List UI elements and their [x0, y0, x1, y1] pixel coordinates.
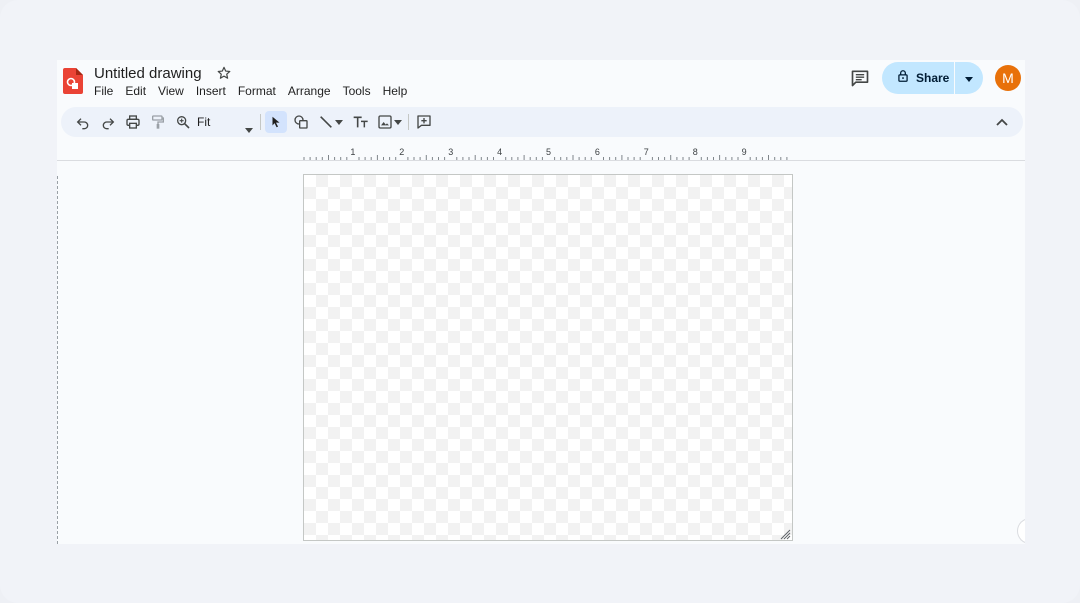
toolbar: Fit — [61, 107, 1023, 137]
ruler-ticks: 1 2 3 4 5 6 7 8 9 — [303, 147, 788, 160]
comment-history-icon[interactable] — [850, 68, 870, 88]
caret-down-icon — [245, 119, 253, 133]
drawing-canvas[interactable] — [303, 174, 793, 541]
collapse-icon[interactable] — [992, 112, 1012, 132]
star-icon[interactable] — [216, 65, 232, 81]
ruler-label: 2 — [399, 147, 404, 157]
image-icon[interactable] — [375, 112, 395, 132]
drawings-app: Untitled drawing File Edit View Insert F… — [57, 60, 1025, 544]
zoom-icon[interactable] — [173, 112, 193, 132]
redo-icon[interactable] — [98, 112, 118, 132]
line-icon[interactable] — [316, 112, 336, 132]
drawings-logo-icon[interactable] — [63, 68, 83, 94]
page-margin-guide — [57, 176, 58, 544]
paint-format-icon[interactable] — [148, 112, 168, 132]
undo-icon[interactable] — [73, 112, 93, 132]
menu-format[interactable]: Format — [232, 82, 282, 100]
zoom-select[interactable]: Fit — [197, 112, 253, 133]
share-button[interactable]: Share — [882, 62, 955, 94]
menu-file[interactable]: File — [88, 82, 119, 100]
menu-arrange[interactable]: Arrange — [282, 82, 337, 100]
zoom-value: Fit — [197, 115, 211, 129]
menu-help[interactable]: Help — [377, 82, 414, 100]
menu-insert[interactable]: Insert — [190, 82, 232, 100]
horizontal-ruler[interactable]: 1 2 3 4 5 6 7 8 9 — [57, 144, 1025, 161]
share-button-group: Share — [882, 62, 983, 94]
image-dropdown-caret-icon[interactable] — [393, 112, 403, 132]
share-options-dropdown[interactable] — [955, 62, 983, 94]
ruler-label: 8 — [693, 147, 698, 157]
menu-tools[interactable]: Tools — [337, 82, 377, 100]
print-icon[interactable] — [123, 112, 143, 132]
ruler-divider — [57, 160, 1025, 161]
ruler-label: 5 — [546, 147, 551, 157]
ruler-label: 9 — [742, 147, 747, 157]
resize-handle-icon[interactable] — [779, 527, 791, 540]
menu-edit[interactable]: Edit — [119, 82, 152, 100]
window-frame: Untitled drawing File Edit View Insert F… — [0, 0, 1080, 603]
line-dropdown-caret-icon[interactable] — [334, 112, 344, 132]
ruler-label: 7 — [644, 147, 649, 157]
shape-icon[interactable] — [291, 112, 311, 132]
title-bar: Untitled drawing File Edit View Insert F… — [57, 60, 1025, 106]
comment-add-icon[interactable] — [414, 112, 434, 132]
select-icon[interactable] — [265, 111, 287, 133]
document-title[interactable]: Untitled drawing — [94, 64, 202, 84]
toolbar-divider — [408, 114, 409, 130]
ruler-label: 3 — [448, 147, 453, 157]
toolbar-divider — [260, 114, 261, 130]
share-label: Share — [916, 71, 950, 85]
avatar[interactable]: M — [995, 65, 1021, 91]
ruler-label: 1 — [350, 147, 355, 157]
caret-down-icon — [965, 69, 973, 87]
text-box-icon[interactable] — [351, 112, 371, 132]
menu-view[interactable]: View — [152, 82, 190, 100]
side-panel-toggle[interactable] — [1017, 518, 1025, 544]
ruler-label: 6 — [595, 147, 600, 157]
menu-bar: File Edit View Insert Format Arrange Too… — [88, 82, 413, 100]
ruler-label: 4 — [497, 147, 502, 157]
lock-icon — [896, 69, 910, 88]
